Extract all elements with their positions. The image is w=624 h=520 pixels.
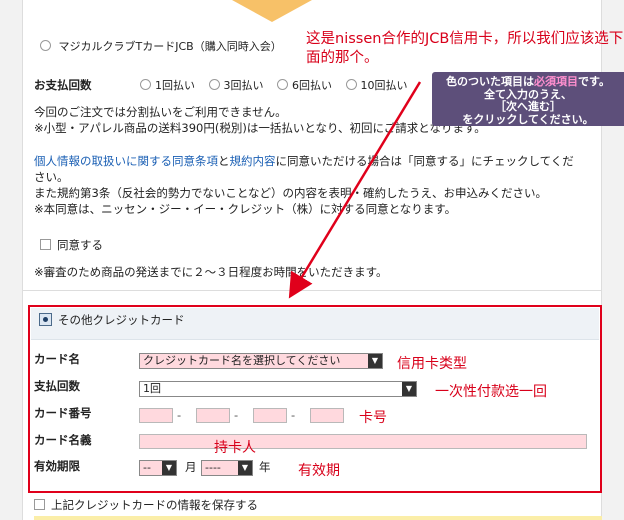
annotation-arrow-line [288,81,422,299]
annotation-arrow [288,81,422,299]
annotation-expiry: 有效期 [298,463,340,479]
annotation-card-type: 信用卡类型 [397,356,467,372]
annotation-top: 这是nissen合作的JCB信用卡，所以我们应该选下面的那个。 [306,31,624,66]
annotation-holder: 持卡人 [214,440,256,456]
annotation-card-number: 卡号 [359,410,387,426]
annotation-installment: 一次性付款选一回 [435,384,547,400]
